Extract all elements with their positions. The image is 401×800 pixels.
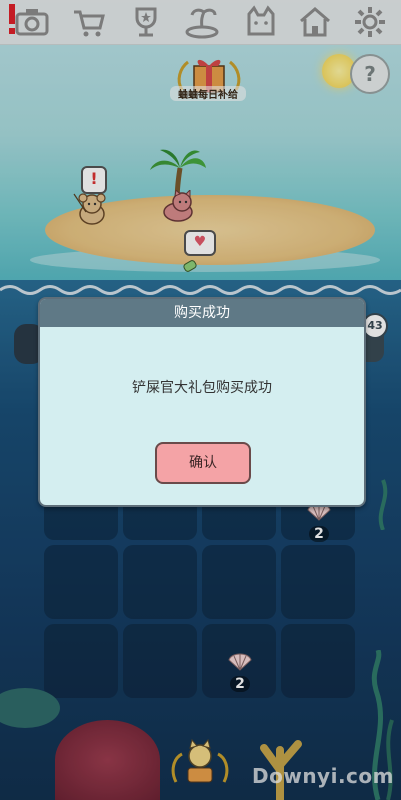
confirm-button[interactable]: 确认 (155, 442, 251, 484)
dialog-title: 购买成功 (40, 299, 364, 327)
purchase-success-dialog: 购买成功 铲屎官大礼包购买成功 确认 (38, 297, 366, 507)
dialog-message: 铲屎官大礼包购买成功 (132, 380, 272, 396)
